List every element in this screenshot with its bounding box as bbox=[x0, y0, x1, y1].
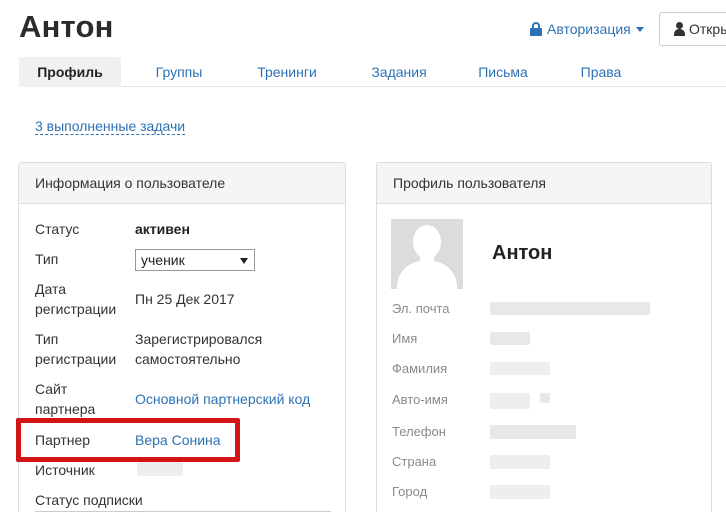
redacted-auto-name bbox=[490, 393, 530, 409]
status-value: активен bbox=[135, 221, 190, 237]
dropdown-arrow-icon bbox=[240, 258, 248, 264]
partner-highlight-annotation bbox=[16, 418, 240, 462]
tab-rights[interactable]: Права bbox=[553, 57, 649, 87]
city-label: Город bbox=[392, 484, 428, 499]
first-name-label: Имя bbox=[392, 331, 418, 346]
profile-name: Антон bbox=[492, 242, 553, 264]
type-label: Тип bbox=[35, 251, 59, 267]
email-label: Эл. почта bbox=[392, 301, 450, 316]
country-label: Страна bbox=[392, 454, 437, 469]
last-name-label: Фамилия bbox=[392, 361, 448, 376]
caret-down-icon bbox=[635, 26, 644, 32]
redacted-country bbox=[490, 455, 550, 469]
redacted-city bbox=[490, 485, 550, 499]
tab-bar: Профиль Группы Тренинги Задания Письма П… bbox=[19, 57, 726, 87]
user-icon bbox=[674, 22, 685, 36]
partner-site-link[interactable]: Основной партнерский код bbox=[135, 389, 310, 409]
reg-date-label-line1: Дата bbox=[35, 281, 67, 297]
user-profile-panel: Профиль пользователя Антон Эл. почта Имя… bbox=[376, 162, 712, 512]
open-button[interactable]: Откры bbox=[659, 12, 726, 46]
authorization-dropdown[interactable]: Авторизация bbox=[530, 20, 644, 38]
reg-date-label-line2: регистрации bbox=[35, 301, 117, 317]
redacted-auto-name-extra bbox=[540, 393, 550, 403]
reg-type-label-line2: регистрации bbox=[35, 351, 117, 367]
redacted-first-name bbox=[490, 332, 530, 345]
partner-site-label-line1: Сайт bbox=[35, 381, 68, 397]
open-button-label: Откры bbox=[689, 21, 726, 37]
type-select-value: ученик bbox=[141, 252, 185, 268]
partner-site-label-line2: партнера bbox=[35, 401, 96, 417]
reg-type-value-line1: Зарегистрировался bbox=[135, 331, 263, 347]
user-profile-heading: Профиль пользователя bbox=[377, 163, 711, 204]
subscription-label: Статус подписки bbox=[35, 492, 143, 508]
user-info-heading: Информация о пользователе bbox=[19, 163, 345, 204]
tab-groups[interactable]: Группы bbox=[131, 57, 227, 87]
page-title: Антон bbox=[19, 9, 114, 44]
completed-tasks-link[interactable]: 3 выполненные задачи bbox=[35, 118, 186, 135]
type-select[interactable]: ученик bbox=[135, 249, 255, 271]
phone-label: Телефон bbox=[392, 424, 446, 439]
avatar-placeholder-icon bbox=[391, 219, 463, 289]
redacted-source bbox=[137, 462, 183, 476]
status-label: Статус bbox=[35, 221, 80, 237]
auto-name-label: Авто-имя bbox=[392, 392, 448, 407]
redacted-phone bbox=[490, 425, 576, 439]
reg-type-label-line1: Тип bbox=[35, 331, 59, 347]
redacted-last-name bbox=[490, 362, 550, 375]
redacted-email bbox=[490, 302, 650, 315]
authorization-label: Авторизация bbox=[547, 21, 631, 37]
tab-letters[interactable]: Письма bbox=[455, 57, 551, 87]
reg-type-value-line2: самостоятельно bbox=[135, 351, 241, 367]
reg-date-value: Пн 25 Дек 2017 bbox=[135, 291, 235, 307]
source-label: Источник bbox=[35, 462, 95, 478]
lock-icon bbox=[530, 22, 542, 36]
tab-trainings[interactable]: Тренинги bbox=[239, 57, 335, 87]
tab-profile[interactable]: Профиль bbox=[19, 57, 121, 87]
tab-tasks[interactable]: Задания bbox=[351, 57, 447, 87]
